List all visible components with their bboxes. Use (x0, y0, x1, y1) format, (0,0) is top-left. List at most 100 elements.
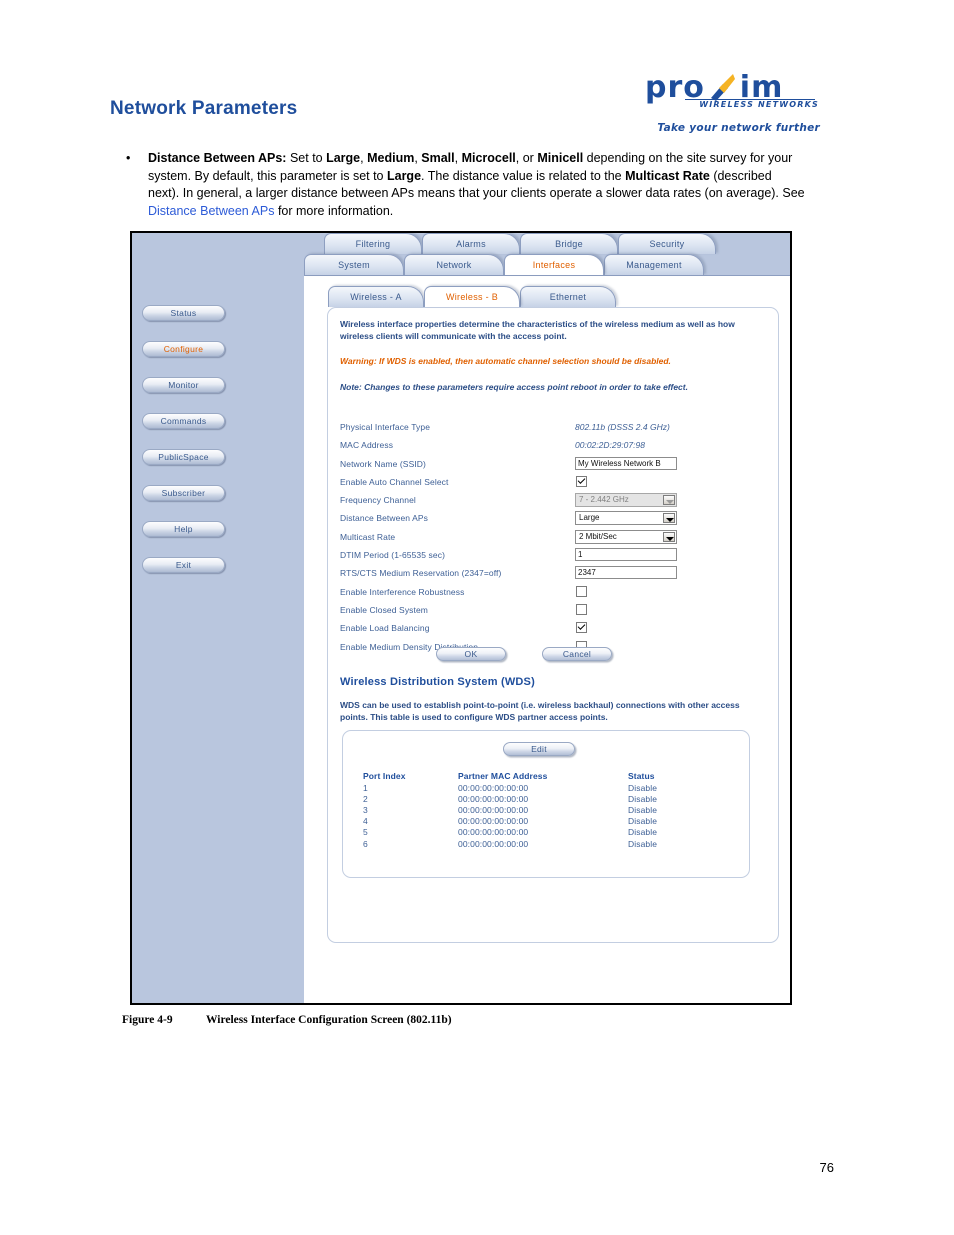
tabrow-lower: System Network Interfaces Management (304, 254, 790, 276)
tab-bridge[interactable]: Bridge (520, 233, 618, 254)
tab-alarms[interactable]: Alarms (422, 233, 520, 254)
select-value: Large (579, 513, 600, 523)
chevron-down-icon (663, 531, 675, 542)
cancel-button[interactable]: Cancel (542, 647, 612, 661)
column-header-partner-mac: Partner MAC Address (458, 771, 548, 781)
tab-system[interactable]: System (304, 254, 404, 275)
table-row: 3 00:00:00:00:00:00 Disable (363, 804, 733, 815)
sidebar-item-configure[interactable]: Configure (142, 341, 225, 357)
cell-port-index: 6 (363, 838, 368, 849)
logo-subtitle: WIRELESS NETWORKS (699, 100, 819, 109)
field-label: Enable Auto Channel Select (340, 476, 449, 487)
bullet-body-text: Distance Between APs: Set to Large, Medi… (148, 151, 805, 218)
subtab-ethernet[interactable]: Ethernet (520, 286, 616, 307)
cell-partner-mac: 00:00:00:00:00:00 (458, 838, 529, 849)
page-title: Network Parameters (110, 98, 298, 119)
sidebar-item-help[interactable]: Help (142, 521, 225, 537)
field-label: Frequency Channel (340, 495, 416, 506)
field-label: Enable Closed System (340, 604, 428, 615)
wds-table: Port Index Partner MAC Address Status 1 0… (363, 771, 733, 849)
select-value: 2 Mbit/Sec (579, 531, 617, 541)
dtim-period-1-65535-sec-input[interactable]: 1 (575, 548, 677, 562)
wds-table-box: Edit Port Index Partner MAC Address Stat… (342, 730, 750, 878)
distance-between-aps-select[interactable]: Large (575, 511, 677, 526)
inline-doc-link[interactable]: Distance Between APs (148, 204, 274, 218)
wds-section-description: WDS can be used to establish point-to-po… (340, 700, 740, 722)
cell-port-index: 2 (363, 793, 368, 804)
enable-closed-system-checkbox[interactable] (576, 603, 587, 615)
form-row: Physical Interface Type 802.11b (DSSS 2.4… (340, 420, 760, 438)
tab-interfaces[interactable]: Interfaces (504, 254, 604, 275)
proxim-logo: pro im WIRELESS NETWORKS Take your netwo… (637, 72, 822, 135)
field-label: RTS/CTS Medium Reservation (2347=off) (340, 568, 502, 579)
sidebar-item-subscriber[interactable]: Subscriber (142, 485, 225, 501)
sidebar-item-status[interactable]: Status (142, 305, 225, 321)
sidebar-item-exit[interactable]: Exit (142, 557, 225, 573)
page-number: 76 (819, 1160, 834, 1175)
form-row: Enable Load Balancing (340, 621, 760, 639)
frequency-channel-select: 7 - 2.442 GHz (575, 493, 677, 508)
tabrow-sub: Wireless - A Wireless - B Ethernet (304, 286, 790, 308)
form-row: Frequency Channel 7 - 2.442 GHz (340, 493, 760, 511)
ok-button[interactable]: OK (436, 647, 506, 661)
form-row: Network Name (SSID) My Wireless Network B (340, 456, 760, 475)
cell-partner-mac: 00:00:00:00:00:00 (458, 804, 529, 815)
field-label: Multicast Rate (340, 531, 396, 542)
select-value: 7 - 2.442 GHz (579, 495, 629, 505)
cell-status: Disable (628, 838, 658, 849)
rts-cts-medium-reservation-2347-off-input[interactable]: 2347 (575, 566, 677, 580)
note-text: Note: Changes to these parameters requir… (340, 382, 688, 392)
table-row: 2 00:00:00:00:00:00 Disable (363, 793, 733, 804)
enable-auto-channel-select-checkbox[interactable] (576, 475, 587, 487)
form-row: Enable Auto Channel Select (340, 475, 760, 493)
form-row: Multicast Rate 2 Mbit/Sec (340, 529, 760, 548)
sidebar-item-commands[interactable]: Commands (142, 413, 225, 429)
tabrow-upper: Filtering Alarms Bridge Security (304, 233, 790, 255)
tab-network[interactable]: Network (404, 254, 504, 275)
cell-status: Disable (628, 804, 658, 815)
table-row: 5 00:00:00:00:00:00 Disable (363, 827, 733, 838)
intro-text: Wireless interface properties determine … (340, 319, 735, 341)
figure-caption-number: Figure 4-9 (122, 1014, 173, 1026)
tab-filtering[interactable]: Filtering (324, 233, 422, 254)
form-row: MAC Address 00:02:2D:29:07:98 (340, 438, 760, 456)
network-name-ssid-input[interactable]: My Wireless Network B (575, 456, 677, 470)
table-row: 6 00:00:00:00:00:00 Disable (363, 838, 733, 849)
cell-partner-mac: 00:00:00:00:00:00 (458, 793, 529, 804)
tab-security[interactable]: Security (618, 233, 716, 254)
wds-edit-button[interactable]: Edit (503, 742, 575, 756)
cell-status: Disable (628, 816, 658, 827)
cell-port-index: 4 (363, 816, 368, 827)
table-row: 4 00:00:00:00:00:00 Disable (363, 816, 733, 827)
enable-load-balancing-checkbox[interactable] (576, 622, 587, 634)
form-row: RTS/CTS Medium Reservation (2347=off) 234… (340, 566, 760, 584)
app-sidebar: Status Configure Monitor Commands PublicSpac… (132, 233, 304, 1003)
bullet-marker: • (126, 151, 131, 165)
figure-caption: Figure 4-9 Wireless Interface Configurati… (122, 1014, 452, 1026)
cell-port-index: 1 (363, 782, 368, 793)
field-label: MAC Address (340, 440, 394, 451)
cell-partner-mac: 00:00:00:00:00:00 (458, 782, 529, 793)
tab-management[interactable]: Management (604, 254, 704, 275)
subtab-wireless-a[interactable]: Wireless - A (328, 286, 424, 307)
chevron-down-icon (663, 513, 675, 524)
physical-interface-type-value: 802.11b (DSSS 2.4 GHz) (575, 422, 670, 432)
logo-tagline: Take your network further (657, 122, 820, 134)
subtab-wireless-b[interactable]: Wireless - B (424, 286, 520, 307)
figure-caption-text: Wireless Interface Configuration Screen … (206, 1014, 452, 1026)
column-header-port-index: Port Index (363, 771, 406, 781)
field-label: DTIM Period (1-65535 sec) (340, 550, 446, 561)
field-label: Physical Interface Type (340, 422, 431, 432)
bullet-paragraph: • Distance Between APs: Set to Large, Me… (126, 150, 806, 220)
logo-wordmark: pro im WIRELESS NETWORKS (637, 72, 822, 110)
sidebar-item-monitor[interactable]: Monitor (142, 377, 225, 393)
wireless-settings-form: Physical Interface Type 802.11b (DSSS 2.4… (340, 420, 760, 658)
interface-settings-box: Wireless interface properties determine … (327, 307, 779, 943)
mac-address-value: 00:02:2D:29:07:98 (575, 440, 645, 451)
sidebar-item-publicspace[interactable]: PublicSpace (142, 449, 225, 465)
enable-interference-robustness-checkbox[interactable] (576, 585, 587, 597)
chevron-down-icon (663, 495, 675, 506)
wds-section-title: Wireless Distribution System (WDS) (340, 676, 535, 688)
multicast-rate-select[interactable]: 2 Mbit/Sec (575, 529, 677, 544)
logo-x-icon (709, 72, 736, 102)
